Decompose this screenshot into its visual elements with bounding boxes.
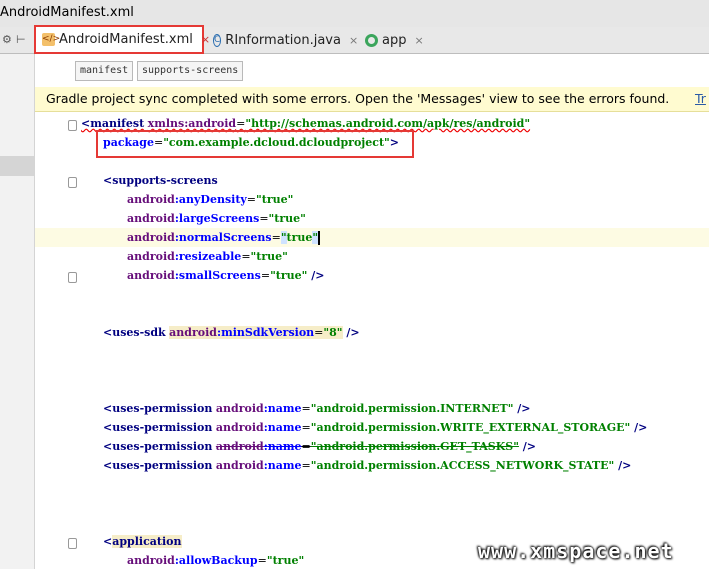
selected-row [0, 156, 34, 176]
code-line: package="com.example.dcloud.dcloudprojec… [103, 136, 399, 149]
gradle-sync-banner: Gradle project sync completed with some … [35, 87, 709, 112]
window-titlebar: AndroidManifest.xml [0, 0, 709, 28]
android-module-icon [365, 33, 378, 47]
fold-icon[interactable] [68, 272, 77, 283]
breadcrumb-manifest[interactable]: manifest [75, 61, 134, 81]
java-class-icon: C [213, 33, 222, 47]
close-icon[interactable]: × [414, 34, 423, 47]
breadcrumb-supports-screens[interactable]: supports-screens [137, 61, 244, 81]
split-icon[interactable]: ⊢ [16, 33, 26, 46]
project-pane-edge [0, 54, 35, 569]
banner-link[interactable]: Tr [695, 87, 706, 111]
breadcrumb: manifest supports-screens [35, 54, 709, 86]
code-line: <uses-permission android:name="android.p… [103, 440, 537, 453]
fold-icon[interactable] [68, 538, 77, 549]
text-caret [318, 231, 321, 245]
code-editor[interactable]: <manifest xmlns:android="http://schemas.… [35, 112, 709, 569]
code-line: <uses-permission android:name="android.p… [103, 459, 632, 472]
code-line-current: android:normalScreens="true" [35, 228, 709, 247]
code-line: android:smallScreens="true" /> [127, 269, 325, 282]
tab-label: AndroidManifest.xml [59, 32, 193, 47]
tab-android-manifest[interactable]: </> AndroidManifest.xml × [34, 25, 210, 54]
close-icon[interactable]: × [349, 34, 358, 47]
code-line: <uses-permission android:name="android.p… [103, 402, 531, 415]
code-line: <manifest xmlns:android="http://schemas.… [81, 117, 531, 130]
code-line: android:largeScreens="true" [127, 212, 306, 225]
tab-rinformation[interactable]: C RInformation.java × [207, 27, 358, 53]
watermark: www.xmspace.net [478, 539, 674, 563]
fold-icon[interactable] [68, 120, 77, 131]
banner-message: Gradle project sync completed with some … [46, 91, 670, 106]
code-line: android:resizeable="true" [127, 250, 288, 263]
tab-app[interactable]: app × [359, 27, 431, 53]
tab-label: app [382, 32, 407, 48]
side-tools: ⚙ ⊢ [0, 27, 34, 53]
code-line: android:anyDensity="true" [127, 193, 294, 206]
editor-tab-bar: ⚙ ⊢ </> AndroidManifest.xml × C RInforma… [0, 25, 709, 54]
fold-icon[interactable] [68, 177, 77, 188]
xml-file-icon: </> [42, 33, 61, 46]
window-title: AndroidManifest.xml [0, 5, 134, 20]
code-line: <supports-screens [103, 174, 218, 187]
tab-label: RInformation.java [225, 32, 341, 48]
code-line: <uses-permission android:name="android.p… [103, 421, 648, 434]
code-line: <uses-sdk android:minSdkVersion="8" /> [103, 326, 360, 339]
settings-icon[interactable]: ⚙ [2, 33, 12, 46]
